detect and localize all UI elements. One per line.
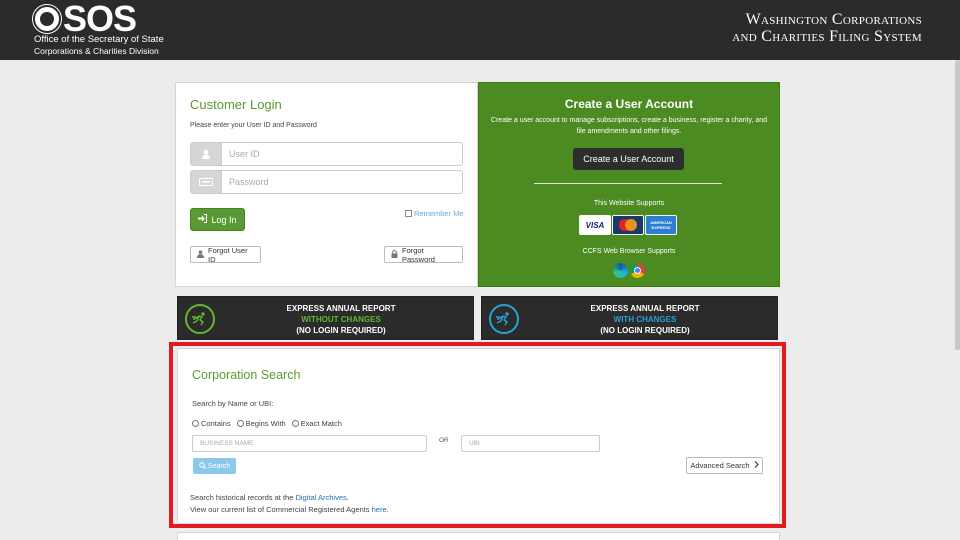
visa-card-icon: VISA bbox=[579, 215, 611, 235]
system-title-line1: Washington Corporations bbox=[745, 11, 922, 28]
divider bbox=[534, 183, 722, 184]
express-line2: WITHOUT CHANGES bbox=[301, 315, 381, 324]
search-icon bbox=[199, 461, 206, 471]
express-report-without-changes[interactable]: EXPRESS ANNUAL REPORT WITHOUT CHANGES (N… bbox=[177, 296, 474, 340]
password-field[interactable] bbox=[190, 170, 463, 194]
create-account-button[interactable]: Create a User Account bbox=[573, 148, 684, 170]
user-icon bbox=[197, 249, 204, 260]
remember-me-checkbox[interactable] bbox=[405, 210, 412, 217]
radio-label: Begins With bbox=[245, 419, 286, 428]
password-input[interactable] bbox=[229, 175, 449, 189]
office-name: Office of the Secretary of State bbox=[34, 34, 164, 45]
keyboard-icon bbox=[191, 171, 222, 193]
search-button[interactable]: Search bbox=[193, 458, 236, 474]
or-label: OR bbox=[439, 437, 449, 444]
login-subtitle: Please enter your User ID and Password bbox=[190, 122, 317, 129]
sign-in-icon bbox=[198, 214, 208, 225]
radio-contains[interactable]: Contains bbox=[192, 419, 231, 428]
forgot-user-id-label: Forgot User ID bbox=[208, 245, 248, 264]
footer-text: . bbox=[386, 505, 389, 514]
radio-label: Contains bbox=[201, 419, 231, 428]
login-button-label: Log In bbox=[211, 214, 237, 225]
login-button[interactable]: Log In bbox=[190, 208, 245, 231]
footer-text: View our current list of Commercial Regi… bbox=[190, 505, 372, 514]
forgot-password-button[interactable]: Forgot Password bbox=[384, 245, 463, 264]
digital-archives-line: Search historical records at the Digital… bbox=[190, 493, 349, 502]
footer-text: . bbox=[346, 493, 349, 502]
registered-agents-line: View our current list of Commercial Regi… bbox=[190, 505, 389, 514]
search-button-label: Search bbox=[207, 462, 231, 470]
next-panel bbox=[177, 532, 780, 540]
runner-icon bbox=[185, 304, 215, 334]
express-report-with-changes[interactable]: EXPRESS ANNUAL REPORT WITH CHANGES (NO L… bbox=[481, 296, 778, 340]
express-line1: EXPRESS ANNUAL REPORT bbox=[286, 304, 396, 313]
remember-me-label: Remember Me bbox=[414, 209, 464, 218]
footer-text: Search historical records at the bbox=[190, 493, 296, 502]
edge-icon bbox=[613, 263, 628, 278]
chrome-icon bbox=[630, 263, 645, 278]
search-type-options: Contains Begins With Exact Match bbox=[192, 419, 342, 428]
system-title: Washington Corporations and Charities Fi… bbox=[732, 11, 922, 45]
search-title: Corporation Search bbox=[192, 368, 301, 382]
express-line2: WITH CHANGES bbox=[613, 315, 677, 324]
mastercard-icon bbox=[612, 215, 644, 235]
forgot-user-id-button[interactable]: Forgot User ID bbox=[190, 245, 261, 264]
state-seal-icon bbox=[33, 5, 61, 33]
runner-icon bbox=[489, 304, 519, 334]
amex-card-icon: AMERICAN EXPRESS bbox=[645, 215, 677, 235]
website-supports-label: This Website Supports bbox=[593, 200, 665, 207]
forgot-password-label: Forgot Password bbox=[402, 245, 435, 264]
express-line1: EXPRESS ANNUAL REPORT bbox=[590, 304, 700, 313]
express-line3: (NO LOGIN REQUIRED) bbox=[600, 326, 690, 335]
remember-me[interactable]: Remember Me bbox=[405, 209, 464, 218]
browser-supports-label: CCFS Web Browser Supports bbox=[582, 248, 676, 255]
chevron-right-icon bbox=[754, 461, 759, 470]
login-title: Customer Login bbox=[190, 97, 282, 112]
radio-button[interactable] bbox=[236, 420, 244, 427]
create-account-panel bbox=[478, 82, 780, 287]
business-name-input[interactable]: BUSINESS NAME bbox=[192, 435, 427, 452]
advanced-search-button[interactable]: Advanced Search bbox=[686, 457, 763, 474]
ubi-input[interactable]: UBI bbox=[461, 435, 600, 452]
division-name: Corporations & Charities Division bbox=[34, 46, 159, 56]
page-scrollbar[interactable] bbox=[955, 60, 960, 350]
create-account-title: Create a User Account bbox=[564, 97, 694, 111]
radio-label: Exact Match bbox=[300, 419, 342, 428]
user-icon bbox=[191, 143, 222, 165]
radio-button[interactable] bbox=[291, 420, 299, 427]
radio-exact-match[interactable]: Exact Match bbox=[291, 419, 342, 428]
digital-archives-link[interactable]: Digital Archives bbox=[295, 493, 346, 502]
search-subtitle: Search by Name or UBI: bbox=[192, 399, 274, 408]
system-title-line2: and Charities Filing System bbox=[732, 28, 922, 45]
radio-button[interactable] bbox=[192, 420, 199, 427]
registered-agents-link[interactable]: here bbox=[372, 505, 387, 514]
lock-icon bbox=[391, 249, 398, 260]
user-id-field[interactable] bbox=[190, 142, 463, 166]
radio-begins-with[interactable]: Begins With bbox=[236, 419, 286, 428]
advanced-search-label: Advanced Search bbox=[690, 461, 750, 470]
create-account-description: Create a user account to manage subscrip… bbox=[490, 117, 768, 135]
express-text: EXPRESS ANNUAL REPORT WITHOUT CHANGES (N… bbox=[256, 303, 426, 336]
express-line3: (NO LOGIN REQUIRED) bbox=[296, 326, 386, 335]
site-header: SOS Office of the Secretary of State Cor… bbox=[0, 0, 960, 60]
express-text: EXPRESS ANNUAL REPORT WITH CHANGES (NO L… bbox=[560, 303, 730, 336]
user-id-input[interactable] bbox=[229, 147, 449, 161]
